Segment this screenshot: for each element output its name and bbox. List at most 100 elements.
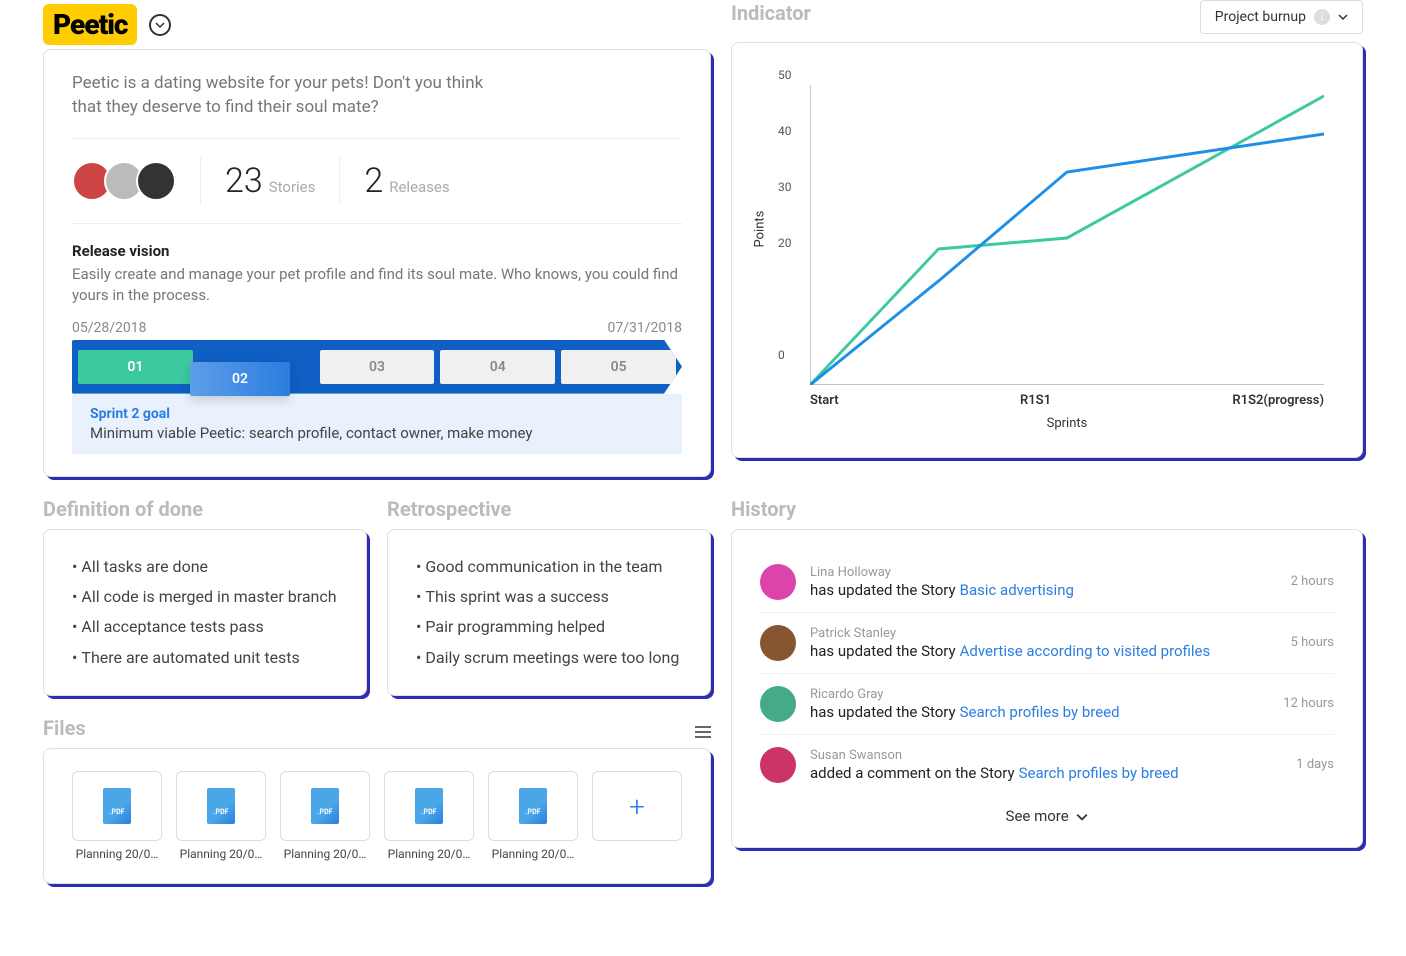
history-action: has updated the Story <box>810 642 956 660</box>
add-file-button[interactable]: + <box>592 771 682 841</box>
pdf-icon <box>207 788 235 824</box>
history-action: has updated the Story <box>810 581 956 599</box>
history-item: Susan Swanson added a comment on the Sto… <box>760 735 1334 795</box>
avatar[interactable] <box>760 686 796 722</box>
dod-card: All tasks are done All code is merged in… <box>43 529 367 697</box>
history-action: added a comment on the Story <box>810 764 1015 782</box>
project-description: Peetic is a dating website for your pets… <box>72 72 492 120</box>
files-menu-button[interactable] <box>695 726 711 738</box>
history-user: Lina Holloway <box>810 565 1277 580</box>
dod-item: All code is merged in master branch <box>72 582 338 612</box>
xtick: Start <box>810 393 839 408</box>
xtick: R1S1 <box>1020 393 1051 408</box>
history-card: Lina Holloway has updated the Story Basi… <box>731 529 1363 848</box>
x-axis-label: Sprints <box>810 416 1324 431</box>
expand-button[interactable] <box>149 14 171 36</box>
indicator-select-label: Project burnup <box>1215 9 1306 25</box>
retro-item: Pair programming helped <box>416 612 682 642</box>
history-link[interactable]: Search profiles by breed <box>1019 764 1179 782</box>
file[interactable] <box>488 771 578 841</box>
sprint-02[interactable]: 02 <box>190 362 290 396</box>
team-avatars[interactable] <box>72 161 176 201</box>
ytick: 50 <box>778 68 792 82</box>
dod-title: Definition of done <box>43 497 367 521</box>
history-link[interactable]: Search profiles by breed <box>960 703 1120 721</box>
chevron-down-icon <box>1338 12 1348 22</box>
logo: Peetic <box>43 4 137 45</box>
xtick: R1S2(progress) <box>1232 393 1324 408</box>
history-item: Ricardo Gray has updated the Story Searc… <box>760 674 1334 735</box>
history-item: Lina Holloway has updated the Story Basi… <box>760 552 1334 613</box>
sprint-01[interactable]: 01 <box>78 350 193 384</box>
release-bar: 01 03 04 05 <box>72 340 682 394</box>
info-icon: i <box>1314 9 1330 25</box>
file-name: Planning 20/0… <box>176 847 266 861</box>
sprint-04[interactable]: 04 <box>440 350 555 384</box>
history-link[interactable]: Advertise according to visited profiles <box>960 642 1211 660</box>
file[interactable] <box>72 771 162 841</box>
pdf-icon <box>415 788 443 824</box>
pdf-icon <box>103 788 131 824</box>
history-time: 1 days <box>1296 757 1334 772</box>
history-user: Patrick Stanley <box>810 626 1277 641</box>
ytick: 40 <box>778 124 792 138</box>
history-user: Ricardo Gray <box>810 687 1269 702</box>
see-more-label: See more <box>1006 807 1069 825</box>
dod-item: All acceptance tests pass <box>72 612 338 642</box>
chevron-down-icon <box>1076 811 1088 823</box>
pdf-icon <box>519 788 547 824</box>
end-date: 07/31/2018 <box>608 320 683 336</box>
stories-count: 23 <box>225 161 263 201</box>
dod-item: There are automated unit tests <box>72 643 338 673</box>
sprint-goal-box: Sprint 2 goal Minimum viable Peetic: sea… <box>72 394 682 454</box>
burnup-chart <box>810 85 1324 385</box>
releases-label: Releases <box>389 178 449 196</box>
retro-card: Good communication in the team This spri… <box>387 529 711 697</box>
history-time: 2 hours <box>1291 574 1334 589</box>
chevron-down-icon <box>155 20 165 30</box>
file-name: Planning 20/0… <box>488 847 578 861</box>
start-date: 05/28/2018 <box>72 320 147 336</box>
see-more-button[interactable]: See more <box>760 795 1334 825</box>
sprint-03[interactable]: 03 <box>320 350 435 384</box>
retro-item: This sprint was a success <box>416 582 682 612</box>
file[interactable] <box>384 771 474 841</box>
file-name: Planning 20/0… <box>72 847 162 861</box>
plus-icon: + <box>629 790 645 823</box>
retro-item: Daily scrum meetings were too long <box>416 643 682 673</box>
files-card: Planning 20/0… Planning 20/0… Planning 2… <box>43 748 711 884</box>
indicator-select[interactable]: Project burnup i <box>1200 0 1363 34</box>
indicator-title: Indicator <box>731 1 811 25</box>
avatar[interactable] <box>136 161 176 201</box>
avatar[interactable] <box>760 625 796 661</box>
sprint-goal-title: Sprint 2 goal <box>90 406 664 422</box>
ytick: 0 <box>778 348 785 362</box>
retro-item: Good communication in the team <box>416 552 682 582</box>
y-axis-label: Points <box>753 211 768 248</box>
history-time: 5 hours <box>1291 635 1334 650</box>
release-vision-text: Easily create and manage your pet profil… <box>72 264 682 306</box>
ytick: 30 <box>778 180 792 194</box>
sprint-05[interactable]: 05 <box>561 350 676 384</box>
avatar[interactable] <box>760 564 796 600</box>
file[interactable] <box>280 771 370 841</box>
history-title: History <box>731 497 1363 521</box>
retro-title: Retrospective <box>387 497 711 521</box>
history-link[interactable]: Basic advertising <box>960 581 1074 599</box>
history-action: has updated the Story <box>810 703 956 721</box>
history-item: Patrick Stanley has updated the Story Ad… <box>760 613 1334 674</box>
sprint-goal-text: Minimum viable Peetic: search profile, c… <box>90 424 664 442</box>
pdf-icon <box>311 788 339 824</box>
release-vision-title: Release vision <box>72 242 682 260</box>
dod-item: All tasks are done <box>72 552 338 582</box>
file[interactable] <box>176 771 266 841</box>
file-name: Planning 20/0… <box>280 847 370 861</box>
avatar[interactable] <box>760 747 796 783</box>
history-time: 12 hours <box>1283 696 1334 711</box>
ytick: 20 <box>778 236 792 250</box>
history-user: Susan Swanson <box>810 748 1282 763</box>
project-card: Peetic is a dating website for your pets… <box>43 49 711 477</box>
files-title: Files <box>43 716 86 740</box>
file-name: Planning 20/0… <box>384 847 474 861</box>
releases-count: 2 <box>364 161 383 201</box>
